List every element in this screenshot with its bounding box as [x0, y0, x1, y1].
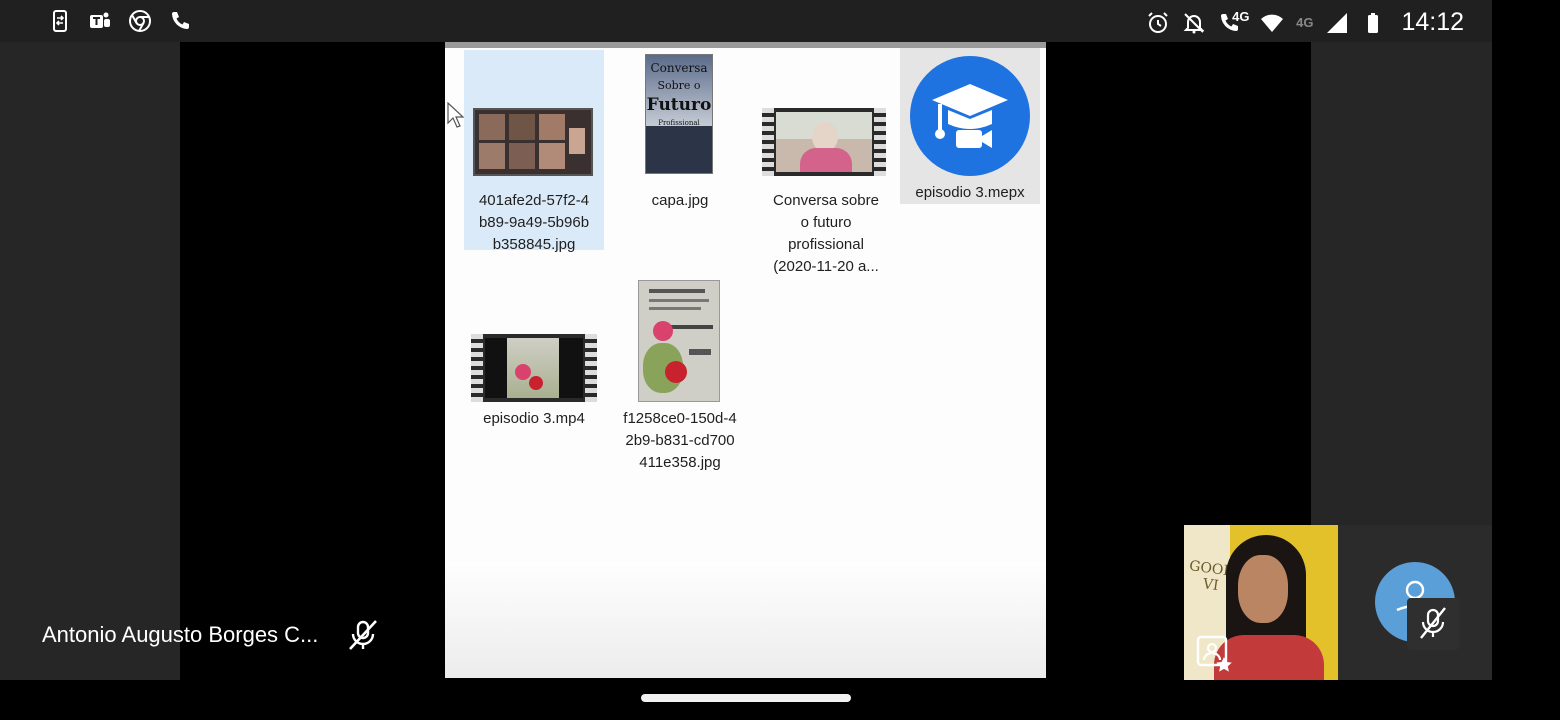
file-item-episodio-mepx[interactable]: episodio 3.mepx	[900, 48, 1040, 204]
phone-call-icon	[172, 12, 189, 29]
file-name-line: 2b9-b831-cd700	[625, 432, 735, 449]
capa-title-line: Profissional	[658, 119, 700, 127]
participant-mic-off-indicator	[1407, 598, 1459, 650]
file-name-line: b89-9a49-5b96b	[478, 214, 590, 231]
spotlight-user-icon[interactable]	[1196, 635, 1234, 673]
screen-edge	[1492, 0, 1560, 680]
file-name-line: 411e358.jpg	[639, 454, 721, 471]
active-speaker-name: Antonio Augusto Borges C...	[42, 622, 319, 647]
teams-icon	[90, 12, 110, 28]
clock: 14:12	[1401, 8, 1464, 36]
alarm-icon	[1148, 11, 1168, 33]
file-item-poster-image[interactable]: f1258ce0-150d-4 2b9-b831-cd700 411e358.j…	[610, 278, 750, 478]
file-item-meeting-photo[interactable]: 401afe2d-57f2-4 b89-9a49-5b96b b358845.j…	[464, 50, 604, 253]
capa-title-line: Sobre o	[657, 79, 701, 92]
file-item-capa[interactable]: Conversa Sobre o Futuro Profissional cap…	[610, 50, 750, 220]
mouse-cursor-icon	[447, 102, 465, 128]
file-name-line: 401afe2d-57f2-4	[478, 192, 590, 209]
file-thumbnail	[762, 108, 886, 176]
wifi-icon	[1261, 14, 1284, 32]
notifications-off-icon	[1183, 12, 1205, 33]
self-video-tile[interactable]: GOOD VI	[1184, 525, 1338, 680]
file-item-episodio-mp4[interactable]: episodio 3.mp4	[464, 278, 604, 438]
status-bar-system-icons: 4G 4G 14:12	[1146, 8, 1464, 37]
file-thumbnail	[473, 108, 593, 176]
system-navigation-bar	[0, 680, 1560, 720]
mic-off-icon	[1420, 607, 1446, 639]
file-name-line: episodio 3.mp4	[483, 410, 585, 427]
status-bar: 4G 4G 14:12	[0, 0, 1492, 42]
cellular-signal-icon	[1327, 12, 1348, 33]
file-name-line: Conversa sobre	[773, 192, 879, 209]
chrome-icon	[129, 10, 151, 32]
file-name-line: f1258ce0-150d-4	[623, 410, 737, 427]
file-thumbnail	[638, 280, 720, 402]
file-thumbnail: Conversa Sobre o Futuro Profissional	[645, 54, 713, 174]
capa-title-line: Conversa	[650, 61, 708, 75]
participant-tile[interactable]	[1338, 525, 1492, 680]
file-item-conversa-video[interactable]: Conversa sobre o futuro profissional (20…	[756, 50, 896, 275]
mic-off-icon	[349, 620, 377, 650]
graduation-cap-camera-icon	[932, 84, 1008, 148]
file-name-line: profissional	[788, 236, 864, 253]
file-name-line: episodio 3.mepx	[915, 184, 1025, 201]
phone-transfer-icon	[53, 10, 67, 32]
file-name-line: o futuro	[800, 214, 852, 231]
status-bar-notification-icons	[48, 9, 192, 33]
volte-call-indicator: 4G	[1218, 8, 1250, 35]
movie-editor-project-icon	[910, 56, 1030, 176]
battery-icon	[1368, 12, 1379, 33]
file-thumbnail	[471, 334, 597, 402]
shared-screen[interactable]: 401afe2d-57f2-4 b89-9a49-5b96b b358845.j…	[445, 42, 1046, 678]
wall-text-line: VI	[1201, 576, 1220, 595]
home-gesture-handle[interactable]	[641, 694, 851, 702]
file-name-line: (2020-11-20 a...	[773, 258, 879, 275]
capa-title-line: Futuro	[646, 95, 712, 115]
network-type-label-secondary: 4G	[1296, 15, 1314, 30]
shared-screen-bottom-fade	[445, 562, 1046, 678]
file-name-line: capa.jpg	[651, 192, 709, 209]
network-type-label: 4G	[1232, 8, 1250, 24]
file-name-line: b358845.jpg	[492, 236, 576, 253]
